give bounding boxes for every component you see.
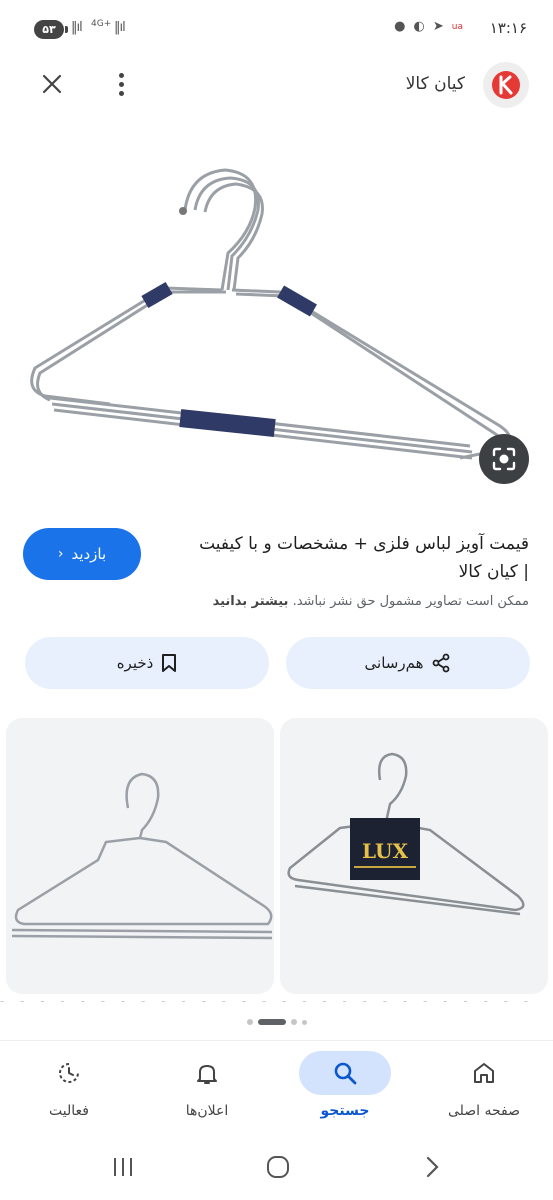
- share-label: هم‌رسانی: [364, 654, 424, 672]
- notice-text: ممکن است تصاویر مشمول حق نشر نباشد.: [292, 594, 529, 609]
- result-title[interactable]: قیمت آویز لباس فلزی + مشخصات و با کیفیت …: [199, 530, 529, 586]
- kian-kala-logo: [492, 71, 520, 99]
- bottom-navigation: صفحه اصلی جستجو اعلان‌ها فعالیت: [0, 1040, 553, 1136]
- save-label: ذخیره: [116, 654, 154, 672]
- visit-label: بازدید: [71, 545, 107, 563]
- home-icon: [474, 1063, 494, 1083]
- nav-home[interactable]: صفحه اصلی: [415, 1041, 553, 1137]
- nav-label: اعلان‌ها: [185, 1103, 229, 1119]
- brand-text: LUX: [362, 839, 408, 863]
- visit-button[interactable]: بازدید ‹: [23, 528, 141, 580]
- clock: ۱۳:۱۶: [489, 19, 527, 37]
- close-icon: [42, 74, 62, 94]
- system-navigation-bar: [0, 1140, 553, 1200]
- nav-label: جستجو: [320, 1103, 370, 1119]
- signal-icon: ‖ıl: [71, 20, 83, 35]
- nav-label: صفحه اصلی: [447, 1103, 521, 1119]
- related-image-card[interactable]: LUX: [280, 718, 548, 994]
- back-button[interactable]: [412, 1152, 452, 1182]
- site-logo[interactable]: [483, 62, 529, 108]
- page-dot-active: [257, 1019, 286, 1025]
- save-button[interactable]: ذخیره: [25, 637, 269, 689]
- telegram-icon: ➤: [432, 19, 444, 34]
- learn-more-link[interactable]: بیشتر بدانید: [213, 594, 289, 609]
- share-button[interactable]: هم‌رسانی: [286, 637, 530, 689]
- bell-icon: [197, 1065, 217, 1084]
- status-bar: ۵۳ ‖ıl 4G+ ‖ıl ● ◐ ➤ ua ۱۳:۱۶: [0, 0, 553, 58]
- more-vert-icon: [118, 72, 124, 78]
- close-button[interactable]: [36, 68, 68, 100]
- app-icon: ua: [451, 21, 463, 32]
- page-dot: [246, 1019, 253, 1025]
- related-image-card[interactable]: [6, 718, 274, 994]
- notification-icons: ● ◐ ➤ ua: [394, 19, 463, 34]
- page-dot: [290, 1019, 297, 1025]
- page-indicator: [0, 1019, 553, 1025]
- nav-notifications[interactable]: اعلان‌ها: [138, 1041, 276, 1137]
- page-dot: [301, 1019, 307, 1025]
- bookmark-icon: [162, 654, 177, 672]
- more-options-button[interactable]: [106, 68, 136, 100]
- nav-activity[interactable]: فعالیت: [0, 1041, 138, 1137]
- lens-icon: [492, 447, 516, 471]
- home-circle-icon: [267, 1156, 289, 1178]
- main-product-image[interactable]: [0, 128, 553, 508]
- hanger-image: [30, 168, 512, 460]
- search-icon: [334, 1062, 357, 1085]
- nav-label: فعالیت: [49, 1103, 89, 1119]
- chevron-left-icon: ‹: [57, 546, 64, 562]
- network-type: 4G+: [91, 19, 112, 29]
- dot-icon: ●: [394, 19, 406, 34]
- lux-hanger-image: LUX: [287, 752, 525, 916]
- site-name[interactable]: کیان کالا: [406, 74, 465, 94]
- nav-search[interactable]: جستجو: [276, 1041, 414, 1137]
- app-icon: ◐: [413, 19, 425, 34]
- viewer-top-bar: کیان کالا: [0, 58, 553, 114]
- copyright-notice: ممکن است تصاویر مشمول حق نشر نباشد. بیشت…: [213, 594, 529, 609]
- share-icon: [433, 653, 450, 673]
- signal-icon: ‖ıl: [114, 20, 126, 35]
- recents-button[interactable]: [103, 1152, 143, 1182]
- activity-icon: [59, 1063, 79, 1083]
- chevron-right-icon: [426, 1156, 439, 1178]
- recents-icon: [114, 1158, 132, 1176]
- google-lens-button[interactable]: [479, 434, 529, 484]
- truncated-captions: - - - - - - - - - - - - - - - - - - - - …: [0, 994, 535, 1006]
- hanger-image: [11, 772, 273, 940]
- battery-indicator: ۵۳: [34, 20, 68, 39]
- home-button[interactable]: [258, 1152, 298, 1182]
